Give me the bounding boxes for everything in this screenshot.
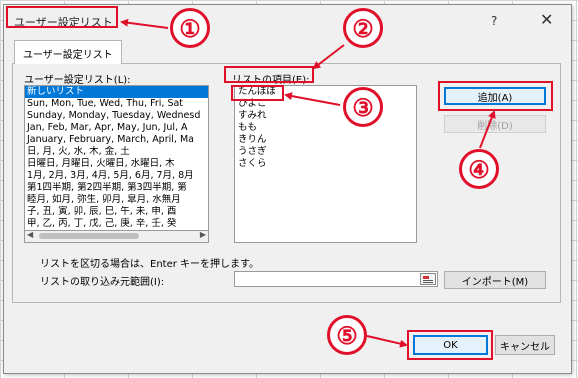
arrow-1 xyxy=(120,18,169,29)
callout-4: ④ xyxy=(459,149,499,189)
tab-custom-lists[interactable]: ユーザー設定リスト xyxy=(14,40,122,64)
arrow-3 xyxy=(284,92,341,106)
tab-label: ユーザー設定リスト xyxy=(23,50,113,61)
arrow-2 xyxy=(312,44,345,70)
callout-2: ② xyxy=(343,8,383,48)
callout-1: ① xyxy=(170,8,210,48)
callout-5: ⑤ xyxy=(327,315,367,355)
arrow-4 xyxy=(479,110,496,149)
arrow-5 xyxy=(366,335,408,348)
callout-3: ③ xyxy=(343,87,383,127)
